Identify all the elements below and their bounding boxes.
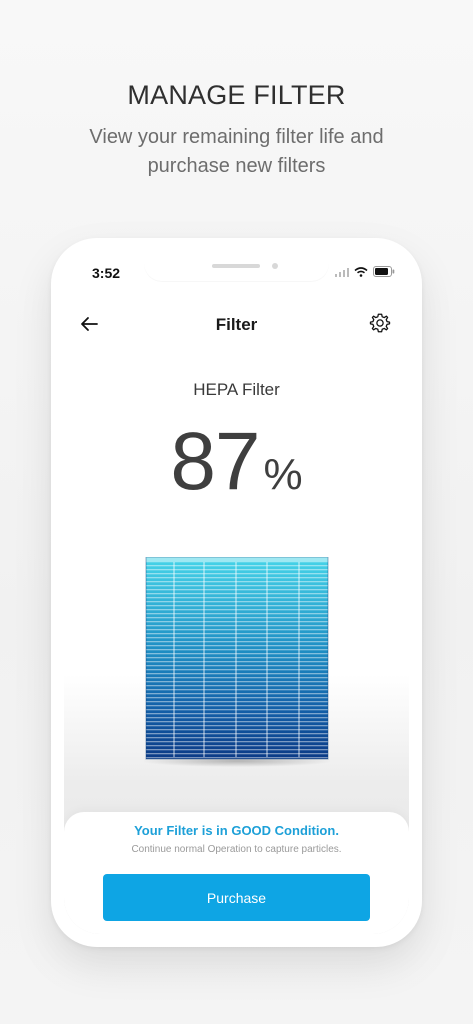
wifi-icon (354, 266, 368, 277)
hepa-filter-image (144, 557, 330, 767)
filter-name: HEPA Filter (193, 380, 280, 399)
condition-card: Your Filter is in GOOD Condition. Contin… (64, 812, 409, 934)
speaker-grille (212, 264, 260, 268)
battery-icon (373, 266, 395, 277)
phone-frame: 3:52 Filter HEPA Filter 87 % Your Filter… (51, 238, 422, 947)
page-title: Filter (215, 315, 258, 334)
filter-life-readout: 87 % (64, 421, 409, 503)
app-screen: 3:52 Filter HEPA Filter 87 % Your Filter… (64, 251, 409, 934)
gear-icon[interactable] (369, 312, 391, 334)
phone-notch (144, 251, 329, 281)
purchase-button[interactable]: Purchase (103, 874, 370, 921)
promo-title: MANAGE FILTER (127, 80, 346, 110)
status-time: 3:52 (92, 265, 121, 281)
filter-life-value: 87 (170, 416, 260, 507)
condition-subtitle: Continue normal Operation to capture par… (131, 844, 342, 855)
front-camera (272, 263, 278, 269)
condition-title: Your Filter is in GOOD Condition. (134, 823, 339, 838)
filter-life-unit: % (263, 450, 303, 499)
status-icons (335, 266, 395, 277)
signal-icon (335, 267, 349, 277)
promo-subtitle: View your remaining filter life and purc… (89, 126, 384, 177)
